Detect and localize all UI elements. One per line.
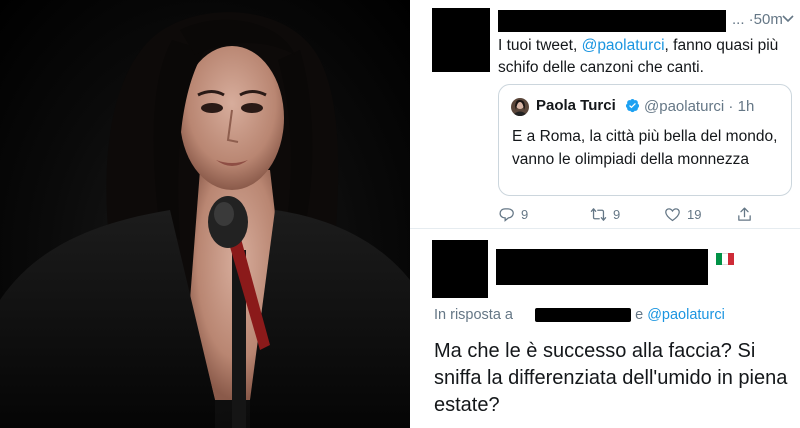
tweet-actions: 9 9 19 bbox=[498, 204, 798, 224]
chevron-down-icon[interactable] bbox=[781, 11, 795, 25]
retweet-count: 9 bbox=[613, 206, 621, 222]
tweet-time: ... ·50m bbox=[732, 11, 783, 28]
reply-prefix: In risposta a bbox=[434, 307, 513, 323]
reply-and: e bbox=[635, 307, 644, 323]
redacted-username bbox=[498, 10, 726, 32]
reply-mention-link[interactable]: @paolaturci bbox=[647, 307, 725, 323]
heart-icon bbox=[665, 207, 680, 221]
tweet-divider bbox=[410, 228, 800, 229]
avatar bbox=[511, 98, 529, 116]
quoted-handle-time: @paolaturci · 1h bbox=[644, 98, 755, 115]
reply-button[interactable]: 9 bbox=[498, 204, 528, 224]
mention-link[interactable]: @paolaturci bbox=[582, 37, 665, 54]
reply-icon bbox=[499, 207, 514, 222]
verified-badge-icon bbox=[625, 98, 640, 113]
retweet-button[interactable]: 9 bbox=[590, 204, 620, 224]
singer-photo bbox=[0, 0, 410, 428]
like-count: 19 bbox=[687, 206, 702, 222]
redacted-avatar bbox=[432, 8, 490, 72]
quoted-tweet[interactable]: Paola Turci @paolaturci · 1h E a Roma, l… bbox=[498, 84, 792, 196]
reply-tweet-text: Ma che le è successo alla faccia? Si sni… bbox=[434, 340, 788, 416]
retweet-icon bbox=[590, 207, 607, 221]
reply-context: In risposta a e @paolaturci bbox=[434, 307, 725, 323]
redacted-mention bbox=[535, 308, 632, 323]
quoted-tweet-text: E a Roma, la città più bella del mondo, … bbox=[512, 128, 778, 168]
tweet-text: I tuoi tweet, @paolaturci, fanno quasi p… bbox=[498, 35, 790, 79]
share-button[interactable] bbox=[736, 204, 753, 224]
quoted-author-name[interactable]: Paola Turci bbox=[536, 97, 616, 114]
tweet-screenshot: ... ·50m I tuoi tweet, @paolaturci, fann… bbox=[410, 0, 800, 428]
redacted-username bbox=[496, 249, 708, 285]
redacted-avatar bbox=[432, 240, 488, 298]
reply-count: 9 bbox=[521, 206, 529, 222]
share-icon bbox=[738, 206, 751, 221]
tweet-text-prefix: I tuoi tweet, bbox=[498, 37, 582, 54]
italy-flag-icon bbox=[716, 253, 734, 265]
portrait-illustration bbox=[0, 12, 410, 428]
like-button[interactable]: 19 bbox=[664, 204, 701, 224]
